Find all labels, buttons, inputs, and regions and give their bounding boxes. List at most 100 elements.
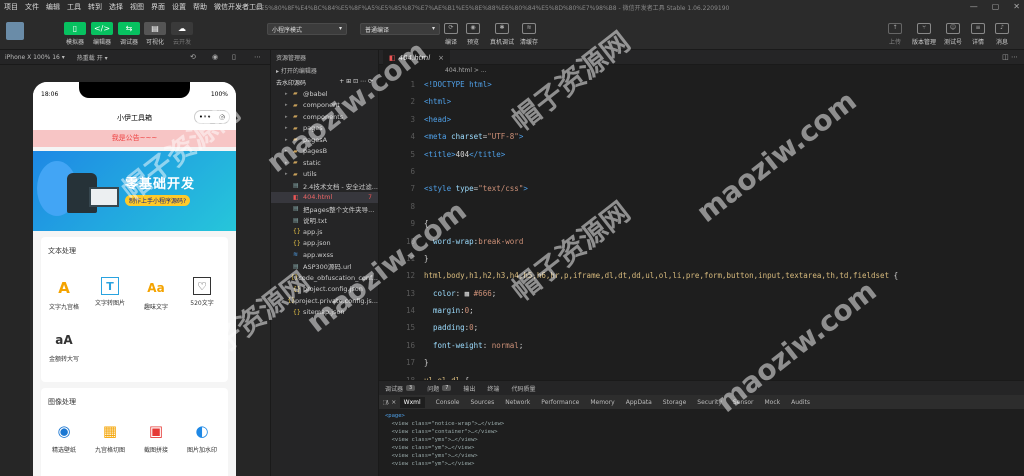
devtools-tab[interactable]: AppData [626, 399, 652, 406]
menu-item[interactable]: 视图 [130, 2, 144, 12]
minimize-icon[interactable]: — [970, 2, 978, 11]
split-editor-icon[interactable]: ◫ ⋯ [1002, 53, 1018, 61]
tool-item[interactable]: Aa 趣味文字 [136, 277, 176, 311]
code-line[interactable]: 8 [379, 198, 1024, 215]
tree-folder[interactable]: ▸ ▰ component [271, 100, 378, 112]
upload-button[interactable]: ↑ 上传 [888, 23, 902, 46]
tree-file[interactable]: {} app.js [271, 226, 378, 238]
visual-button[interactable]: ▤ 可视化 [144, 22, 166, 46]
more-icon[interactable]: ⋯ [254, 53, 261, 61]
code-line[interactable]: 9{ [379, 215, 1024, 232]
simulator-button[interactable]: ▯ 模拟器 [64, 22, 86, 46]
code-area[interactable]: 1 <!DOCTYPE html> 2 <html> 3 <head> 4 <meta cha… [379, 76, 1024, 389]
refresh-icon[interactable]: ⟲ [190, 53, 196, 61]
device-select[interactable]: iPhone X 100% 16 ▾ [5, 54, 65, 61]
editor-tab[interactable]: ◧ 404.html × [383, 50, 451, 65]
debug-tab[interactable]: 终端 [487, 384, 499, 393]
clear-cache-button[interactable]: ≋ 清缓存 [520, 23, 538, 46]
cloud-button[interactable]: ☁ 云开发 [171, 22, 193, 46]
devtools-tab[interactable]: Sensor [733, 399, 754, 406]
devtools-tab[interactable]: Sources [471, 399, 495, 406]
avatar[interactable] [6, 22, 24, 40]
explorer-actions-icon[interactable]: + ⊞ ⊡ ⋯ ⟳ [339, 78, 373, 86]
tool-item[interactable]: ◉ 精选壁纸 [44, 420, 84, 454]
debug-tab[interactable]: 代码质量 [511, 384, 535, 393]
menu-item[interactable]: 选择 [109, 2, 123, 12]
wxml-node[interactable]: <view class="notice-wrap">…</view> [385, 420, 1018, 428]
devtools-tab[interactable]: Network [505, 399, 530, 406]
tree-folder[interactable]: ▸ ▰ @babel [271, 88, 378, 100]
tool-item[interactable]: T 文字转图片 [90, 277, 130, 307]
code-line[interactable]: 7 <style type="text/css"> [379, 180, 1024, 197]
code-line[interactable]: 1 <!DOCTYPE html> [379, 76, 1024, 93]
code-line[interactable]: 4 <meta charset="UTF-8"> [379, 128, 1024, 145]
record-icon[interactable]: ◉ [212, 53, 218, 61]
debug-tab[interactable]: 输出 [463, 384, 475, 393]
tool-item[interactable]: ▣ 截图拼接 [136, 420, 176, 454]
devtools-tab[interactable]: Memory [590, 399, 614, 406]
tree-file[interactable]: {} sitemap.json [271, 307, 378, 319]
menu-item[interactable]: 帮助 [193, 2, 207, 12]
code-line[interactable]: 2 <html> [379, 93, 1024, 110]
close-icon[interactable]: × [438, 54, 444, 62]
code-line[interactable]: 12 html,body,h1,h2,h3,h4,h5,h6,hr,p,ifram… [379, 267, 1024, 284]
tree-folder[interactable]: ▸ ▰ components [271, 111, 378, 123]
preview-button[interactable]: ◉ 预览 [466, 23, 480, 46]
code-line[interactable]: 5 <title>404</title> [379, 146, 1024, 163]
compile-button[interactable]: ⟳ 编译 [444, 23, 458, 46]
phone-icon[interactable]: ▯ [232, 53, 236, 61]
tree-folder[interactable]: ▸ ▰ static [271, 157, 378, 169]
tree-file[interactable]: {} app.json [271, 238, 378, 250]
wxml-node[interactable]: <view class="ym">…</view> [385, 460, 1018, 468]
tree-file[interactable]: ▤ 说明.txt [271, 215, 378, 227]
messages-button[interactable]: ♪ 消息 [995, 23, 1009, 46]
devtools-tab[interactable]: Console [436, 399, 460, 406]
code-line[interactable]: 10 word-wrap:break-word [379, 233, 1024, 250]
tree-file[interactable]: {} code_obfuscation_conf... [271, 272, 378, 284]
code-line[interactable]: 14 margin:0; [379, 302, 1024, 319]
tree-file[interactable]: {} project.private.config.js... [271, 295, 378, 307]
devtools-tab[interactable]: Audits [791, 399, 810, 406]
code-line[interactable]: 16 font-weight: normal; [379, 337, 1024, 354]
version-button[interactable]: ⑂ 版本管理 [912, 23, 936, 46]
window-controls[interactable]: — ▢ ✕ [970, 2, 1020, 11]
open-editors[interactable]: ▸ 打开的编辑器 [271, 63, 378, 76]
debugger-button[interactable]: ⇆ 调试器 [118, 22, 140, 46]
banner-image[interactable]: 零基础开发 制作上手小程序源码? [33, 151, 236, 231]
compile-select[interactable]: 普通编译 ▾ [360, 23, 440, 35]
project-root[interactable]: 去水印源码 + ⊞ ⊡ ⋯ ⟳ [271, 76, 378, 88]
tree-file[interactable]: ▤ 把pages整个文件夹导... [271, 203, 378, 215]
code-line[interactable]: 15 padding:0; [379, 319, 1024, 336]
test-account-button[interactable]: ☺ 测试号 [944, 23, 962, 46]
wxml-node[interactable]: <view class="container">…</view> [385, 428, 1018, 436]
code-line[interactable]: 11} [379, 250, 1024, 267]
devtools-tab[interactable]: Performance [541, 399, 579, 406]
code-line[interactable]: 6 [379, 163, 1024, 180]
tree-folder[interactable]: ▸ ▰ pagesA [271, 134, 378, 146]
close-circle-icon[interactable]: ◎ [219, 113, 225, 121]
wxml-node[interactable]: <view class="yms">…</view> [385, 452, 1018, 460]
tree-file[interactable]: {} project.config.json [271, 284, 378, 296]
debug-tab[interactable]: 调试器 3 [385, 384, 416, 393]
tool-item[interactable]: ◐ 图片加水印 [182, 420, 222, 454]
menu-item[interactable]: 文件 [25, 2, 39, 12]
devtools-tab[interactable]: Security [697, 399, 722, 406]
devtools-tab[interactable]: Wxml [399, 396, 425, 408]
tree-file[interactable]: ◧ 404.html 7 [271, 191, 378, 203]
devtools-tab[interactable]: Mock [765, 399, 781, 406]
more-icon[interactable]: ••• [199, 113, 211, 121]
tree-file[interactable]: ▤ ASP300源码.url [271, 261, 378, 273]
tree-file[interactable]: ≋ app.wxss [271, 249, 378, 261]
panel-controls-icon[interactable]: ∧ × [379, 395, 396, 409]
code-line[interactable]: 17} [379, 354, 1024, 371]
tool-item[interactable]: ♡ 520文字 [182, 277, 222, 307]
wxml-tree[interactable]: <page> <view class="notice-wrap">…</view… [379, 409, 1024, 476]
tree-folder[interactable]: ▸ ▰ utils [271, 169, 378, 181]
tree-file[interactable]: ▤ 2.4技术文档 - 安全过滤... [271, 180, 378, 192]
debug-tab[interactable]: 问题 7 [427, 384, 452, 393]
menu-item[interactable]: 界面 [151, 2, 165, 12]
code-line[interactable]: 13 color: ▩ #666; [379, 285, 1024, 302]
devtools-tab[interactable]: Storage [663, 399, 686, 406]
tool-item[interactable]: aA 金额转大写 [44, 329, 84, 363]
editor-button[interactable]: </> 编辑器 [91, 22, 113, 46]
